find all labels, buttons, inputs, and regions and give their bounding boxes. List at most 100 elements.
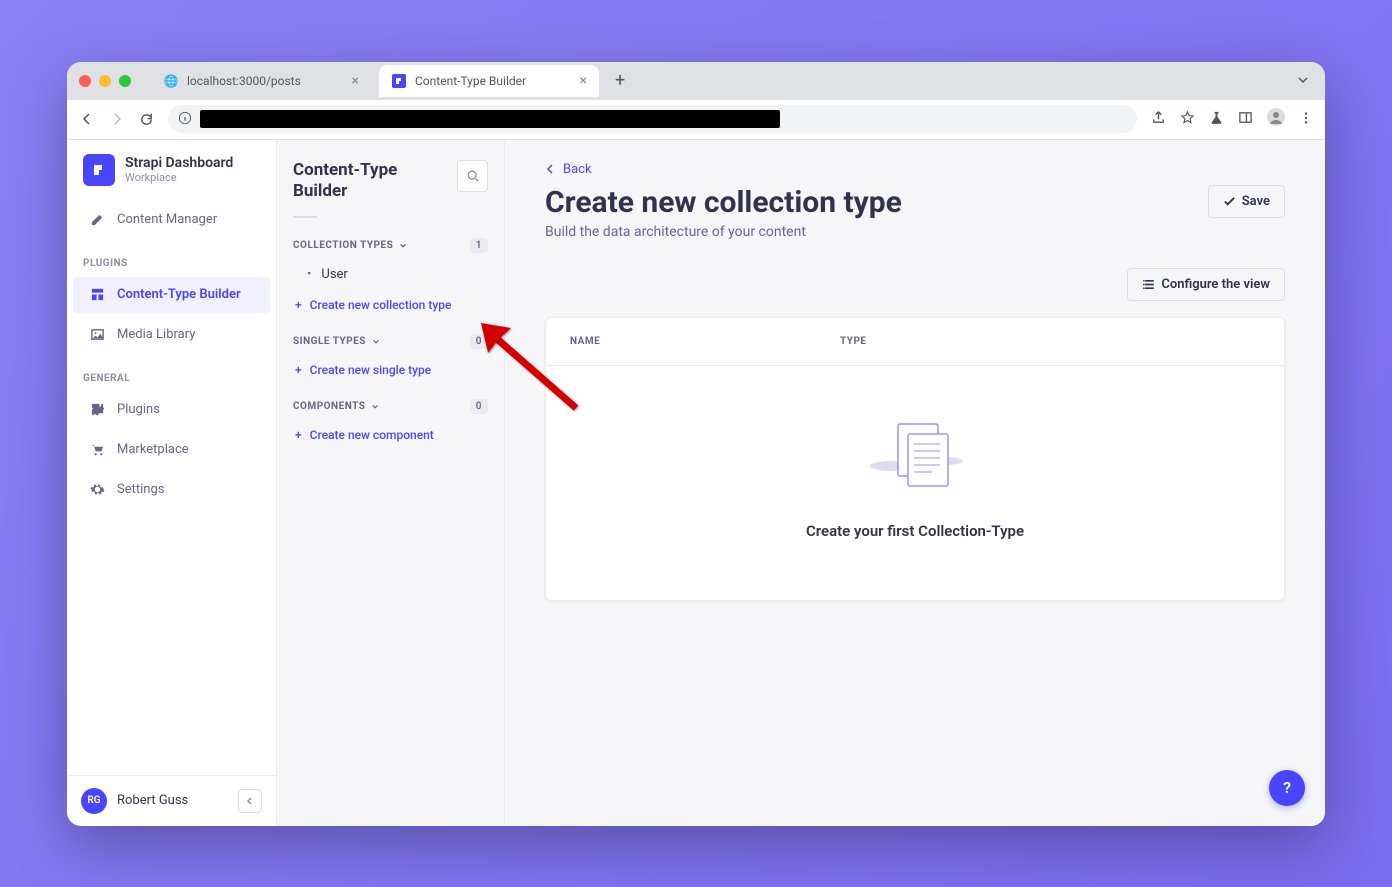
nav-label: Content-Type Builder <box>117 287 241 302</box>
brand-title: Strapi Dashboard <box>125 155 233 171</box>
general-section-label: GENERAL <box>67 355 276 390</box>
cart-icon <box>89 442 105 458</box>
search-button[interactable] <box>457 160 488 192</box>
sidebar-item-content-manager[interactable]: Content Manager <box>73 202 270 238</box>
page-subtitle: Build the data architecture of your cont… <box>545 224 902 240</box>
puzzle-icon <box>89 402 105 418</box>
window-close-icon[interactable] <box>79 75 91 87</box>
more-icon[interactable] <box>1299 110 1313 129</box>
nav-label: Media Library <box>117 327 195 342</box>
count-badge: 1 <box>470 238 488 253</box>
sidebar-item-media-library[interactable]: Media Library <box>73 317 270 353</box>
collection-item-user[interactable]: User <box>293 259 488 290</box>
tab-label: localhost:3000/posts <box>187 74 301 88</box>
strapi-logo-icon <box>391 73 407 89</box>
check-icon <box>1223 195 1236 208</box>
user-name: Robert Guss <box>117 793 188 808</box>
back-link[interactable]: Back <box>545 162 1285 177</box>
col-type-header: TYPE <box>840 336 867 347</box>
url-actions <box>1151 108 1313 130</box>
main-content: Back Create new collection type Build th… <box>505 140 1325 826</box>
nav-forward-icon[interactable] <box>109 111 125 127</box>
chevron-down-icon <box>399 242 407 250</box>
save-label: Save <box>1242 194 1270 209</box>
sidebar-item-content-type-builder[interactable]: Content-Type Builder <box>73 277 270 313</box>
tab-bar: 🌐 localhost:3000/posts × Content-Type Bu… <box>67 62 1325 100</box>
plus-icon: + <box>295 298 302 312</box>
collapse-sidebar-button[interactable] <box>238 789 262 813</box>
browser-window: 🌐 localhost:3000/posts × Content-Type Bu… <box>67 62 1325 826</box>
fields-table: NAME TYPE Create your f <box>545 317 1285 601</box>
page-title: Create new collection type <box>545 185 902 220</box>
new-tab-button[interactable]: + <box>607 70 633 91</box>
back-label: Back <box>563 162 592 177</box>
nav-label: Marketplace <box>117 442 189 457</box>
count-badge: 0 <box>470 334 488 349</box>
save-button[interactable]: Save <box>1208 185 1285 218</box>
share-icon[interactable] <box>1151 110 1166 129</box>
tab-label: Content-Type Builder <box>415 74 526 88</box>
app-body: Strapi Dashboard Workplace Content Manag… <box>67 140 1325 826</box>
chevron-down-icon <box>372 338 380 346</box>
nav-label: Content Manager <box>117 212 217 227</box>
close-icon[interactable]: × <box>352 73 359 89</box>
table-header: NAME TYPE <box>546 318 1284 366</box>
create-single-type-link[interactable]: + Create new single type <box>293 355 488 385</box>
sidebar-item-marketplace[interactable]: Marketplace <box>73 432 270 468</box>
profile-icon[interactable] <box>1267 108 1285 130</box>
close-icon[interactable]: × <box>580 73 587 89</box>
documents-icon <box>850 416 980 496</box>
nav-label: Settings <box>117 482 164 497</box>
gear-icon <box>89 482 105 498</box>
empty-state: Create your first Collection-Type <box>546 366 1284 600</box>
pencil-icon <box>89 212 105 228</box>
sidebar-item-plugins[interactable]: Plugins <box>73 392 270 428</box>
mid-title: Content-Type Builder <box>293 160 449 203</box>
url-bar <box>67 100 1325 140</box>
count-badge: 0 <box>470 399 488 414</box>
window-minimize-icon[interactable] <box>99 75 111 87</box>
plus-icon: + <box>295 363 302 377</box>
create-label: Create new component <box>310 428 434 442</box>
plus-icon: + <box>295 428 302 442</box>
group-label: COLLECTION TYPES <box>293 240 393 251</box>
sidebar-footer: RG Robert Guss <box>67 775 276 826</box>
group-label: COMPONENTS <box>293 401 365 412</box>
tab-localhost[interactable]: 🌐 localhost:3000/posts × <box>151 65 371 97</box>
avatar[interactable]: RG <box>81 788 107 814</box>
info-icon[interactable] <box>178 110 192 129</box>
nav-back-icon[interactable] <box>79 111 95 127</box>
brand-sub: Workplace <box>125 171 233 184</box>
window-maximize-icon[interactable] <box>119 75 131 87</box>
configure-view-button[interactable]: Configure the view <box>1127 268 1285 301</box>
bookmark-icon[interactable] <box>1180 110 1195 129</box>
flask-icon[interactable] <box>1209 110 1224 129</box>
traffic-lights <box>79 75 131 87</box>
plugins-section-label: PLUGINS <box>67 240 276 275</box>
help-button[interactable]: ? <box>1269 770 1305 806</box>
collection-item-label: User <box>321 267 347 282</box>
single-types-toggle[interactable]: SINGLE TYPES <box>293 336 380 347</box>
chevron-down-icon <box>371 403 379 411</box>
address-bar[interactable] <box>168 105 1137 133</box>
image-icon <box>89 327 105 343</box>
tab-content-type-builder[interactable]: Content-Type Builder × <box>379 65 599 97</box>
create-collection-type-link[interactable]: + Create new collection type <box>293 290 488 320</box>
components-toggle[interactable]: COMPONENTS <box>293 401 379 412</box>
globe-icon: 🌐 <box>163 73 179 89</box>
create-component-link[interactable]: + Create new component <box>293 420 488 450</box>
tabs-overflow-icon[interactable] <box>1293 67 1313 94</box>
create-label: Create new single type <box>310 363 432 377</box>
brand[interactable]: Strapi Dashboard Workplace <box>67 140 276 200</box>
address-text <box>200 110 780 128</box>
strapi-logo-icon <box>83 154 115 186</box>
configure-label: Configure the view <box>1161 277 1270 292</box>
sidebar-mid: Content-Type Builder COLLECTION TYPES 1 … <box>277 140 505 826</box>
reload-icon[interactable] <box>139 112 154 127</box>
collection-types-toggle[interactable]: COLLECTION TYPES <box>293 240 407 251</box>
col-name-header: NAME <box>570 336 840 347</box>
nav-label: Plugins <box>117 402 160 417</box>
empty-text: Create your first Collection-Type <box>566 522 1264 540</box>
sidebar-item-settings[interactable]: Settings <box>73 472 270 508</box>
panel-icon[interactable] <box>1238 110 1253 129</box>
